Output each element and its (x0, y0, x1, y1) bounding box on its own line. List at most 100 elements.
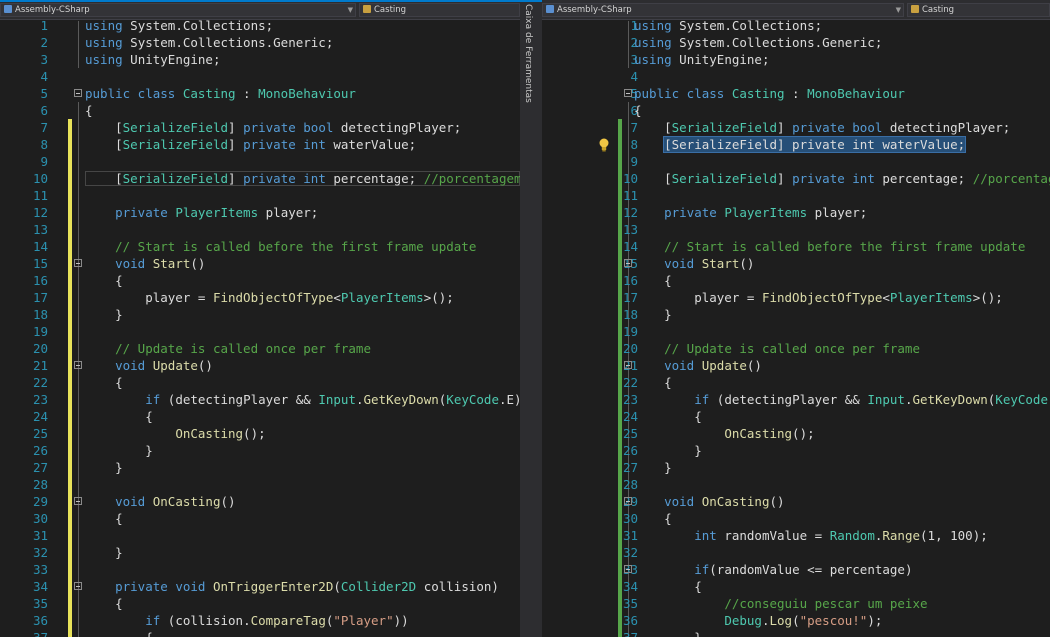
project-dropdown[interactable]: Assembly-CSharp ▼ (0, 3, 356, 17)
code-line[interactable]: 10 [SerializeField] private int percenta… (0, 170, 520, 187)
code-token: )) (393, 613, 409, 628)
code-line[interactable]: 17 player = FindObjectOfType<PlayerItems… (542, 289, 1050, 306)
code-line[interactable]: 9 (542, 153, 1050, 170)
collapse-icon[interactable] (624, 497, 632, 505)
code-line[interactable]: 31 int randomValue = Random.Range(1, 100… (542, 527, 1050, 544)
code-line[interactable]: 21 void Update() (542, 357, 1050, 374)
code-editor[interactable]: 1 using System.Collections; 2 using System.… (0, 17, 520, 637)
code-line[interactable]: 34 private void OnTriggerEnter2D(Collide… (0, 578, 520, 595)
code-line[interactable]: 19 (542, 323, 1050, 340)
code-line[interactable]: 30 { (542, 510, 1050, 527)
code-text: // Start is called before the first fram… (85, 238, 476, 255)
collapse-icon[interactable] (74, 259, 82, 267)
editor-pane-left[interactable]: Assembly-CSharp ▼ Casting 1 using System.… (0, 0, 520, 637)
collapse-icon[interactable] (624, 89, 632, 97)
code-line[interactable]: 28 (0, 476, 520, 493)
code-line[interactable]: 15 void Start() (0, 255, 520, 272)
code-line[interactable]: 18 } (542, 306, 1050, 323)
code-line[interactable]: 26 } (542, 442, 1050, 459)
code-line[interactable]: 5 public class Casting : MonoBehaviour (542, 85, 1050, 102)
code-line[interactable]: 4 (0, 68, 520, 85)
code-line[interactable]: 27 } (542, 459, 1050, 476)
code-line[interactable]: 3 using UnityEngine; (542, 51, 1050, 68)
project-dropdown[interactable]: Assembly-CSharp ▼ (542, 3, 904, 17)
collapse-icon[interactable] (624, 361, 632, 369)
code-line[interactable]: 1 using System.Collections; (0, 17, 520, 34)
code-line[interactable]: 8 [SerializeField] private int waterValu… (542, 136, 1050, 153)
code-line[interactable]: 27 } (0, 459, 520, 476)
code-line[interactable]: 30 { (0, 510, 520, 527)
code-line[interactable]: 20 // Update is called once per frame (0, 340, 520, 357)
code-line[interactable]: 23 if (detectingPlayer && Input.GetKeyDo… (0, 391, 520, 408)
code-line[interactable]: 37 { (0, 629, 520, 637)
code-line[interactable]: 20 // Update is called once per frame (542, 340, 1050, 357)
code-line[interactable]: 16 { (0, 272, 520, 289)
code-line[interactable]: 29 void OnCasting() (542, 493, 1050, 510)
code-line[interactable]: 25 OnCasting(); (542, 425, 1050, 442)
code-line[interactable]: 15 void Start() (542, 255, 1050, 272)
collapse-icon[interactable] (74, 582, 82, 590)
code-line[interactable]: 36 Debug.Log("pescou!"); (542, 612, 1050, 629)
code-line[interactable]: 8 [SerializeField] private int waterValu… (0, 136, 520, 153)
code-line[interactable]: 3 using UnityEngine; (0, 51, 520, 68)
code-line[interactable]: 10 [SerializeField] private int percenta… (542, 170, 1050, 187)
code-line[interactable]: 6{ (542, 102, 1050, 119)
code-line[interactable]: 12 private PlayerItems player; (542, 204, 1050, 221)
code-line[interactable]: 19 (0, 323, 520, 340)
code-line[interactable]: 29 void OnCasting() (0, 493, 520, 510)
code-line[interactable]: 17 player = FindObjectOfType<PlayerItems… (0, 289, 520, 306)
code-line[interactable]: 11 (0, 187, 520, 204)
toolbox-side-tab[interactable]: Caixa de Ferramentas (520, 0, 542, 637)
code-line[interactable]: 2 using System.Collections.Generic; (542, 34, 1050, 51)
code-line[interactable]: 33 (0, 561, 520, 578)
code-line[interactable]: 35 { (0, 595, 520, 612)
code-line[interactable]: 14 // Start is called before the first f… (542, 238, 1050, 255)
code-line[interactable]: 6{ (0, 102, 520, 119)
code-line[interactable]: 16 { (542, 272, 1050, 289)
code-line[interactable]: 31 (0, 527, 520, 544)
code-text: { (634, 272, 672, 289)
code-line[interactable]: 14 // Start is called before the first f… (0, 238, 520, 255)
collapse-icon[interactable] (74, 497, 82, 505)
code-line[interactable]: 11 (542, 187, 1050, 204)
code-line[interactable]: 24 { (0, 408, 520, 425)
code-line[interactable]: 13 (542, 221, 1050, 238)
code-line[interactable]: 32 (542, 544, 1050, 561)
code-line[interactable]: 33 if(randomValue <= percentage) (542, 561, 1050, 578)
code-line[interactable]: 2 using System.Collections.Generic; (0, 34, 520, 51)
code-line[interactable]: 22 { (542, 374, 1050, 391)
code-token: < (333, 290, 341, 305)
code-line[interactable]: 34 { (542, 578, 1050, 595)
editor-pane-right[interactable]: Assembly-CSharp ▼ Casting 1 using System.… (542, 0, 1050, 637)
code-line[interactable]: 36 if (collision.CompareTag("Player")) (0, 612, 520, 629)
code-line[interactable]: 9 (0, 153, 520, 170)
code-line[interactable]: 21 void Update() (0, 357, 520, 374)
code-line[interactable]: 25 OnCasting(); (0, 425, 520, 442)
chevron-down-icon: ▼ (895, 6, 901, 14)
code-line[interactable]: 28 (542, 476, 1050, 493)
code-line[interactable]: 7 [SerializeField] private bool detectin… (542, 119, 1050, 136)
code-line[interactable]: 23 if (detectingPlayer && Input.GetKeyDo… (542, 391, 1050, 408)
code-line[interactable]: 7 [SerializeField] private bool detectin… (0, 119, 520, 136)
code-line[interactable]: 12 private PlayerItems player; (0, 204, 520, 221)
code-line[interactable]: 4 (542, 68, 1050, 85)
code-line[interactable]: 24 { (542, 408, 1050, 425)
code-line[interactable]: 32 } (0, 544, 520, 561)
code-line[interactable]: 37 } (542, 629, 1050, 637)
class-dropdown[interactable]: Casting (907, 3, 1050, 17)
code-line[interactable]: 22 { (0, 374, 520, 391)
class-dropdown[interactable]: Casting (359, 3, 520, 17)
collapse-icon[interactable] (624, 259, 632, 267)
code-line[interactable]: 26 } (0, 442, 520, 459)
collapse-icon[interactable] (624, 565, 632, 573)
code-line[interactable]: 35 //conseguiu pescar um peixe (542, 595, 1050, 612)
lightbulb-icon[interactable] (598, 137, 610, 152)
code-line[interactable]: 18 } (0, 306, 520, 323)
code-line[interactable]: 13 (0, 221, 520, 238)
code-line[interactable]: 5 public class Casting : MonoBehaviour (0, 85, 520, 102)
code-line[interactable]: 1 using System.Collections; (542, 17, 1050, 34)
collapse-icon[interactable] (74, 361, 82, 369)
code-editor[interactable]: 1 using System.Collections; 2 using System.… (542, 17, 1050, 637)
collapse-icon[interactable] (74, 89, 82, 97)
